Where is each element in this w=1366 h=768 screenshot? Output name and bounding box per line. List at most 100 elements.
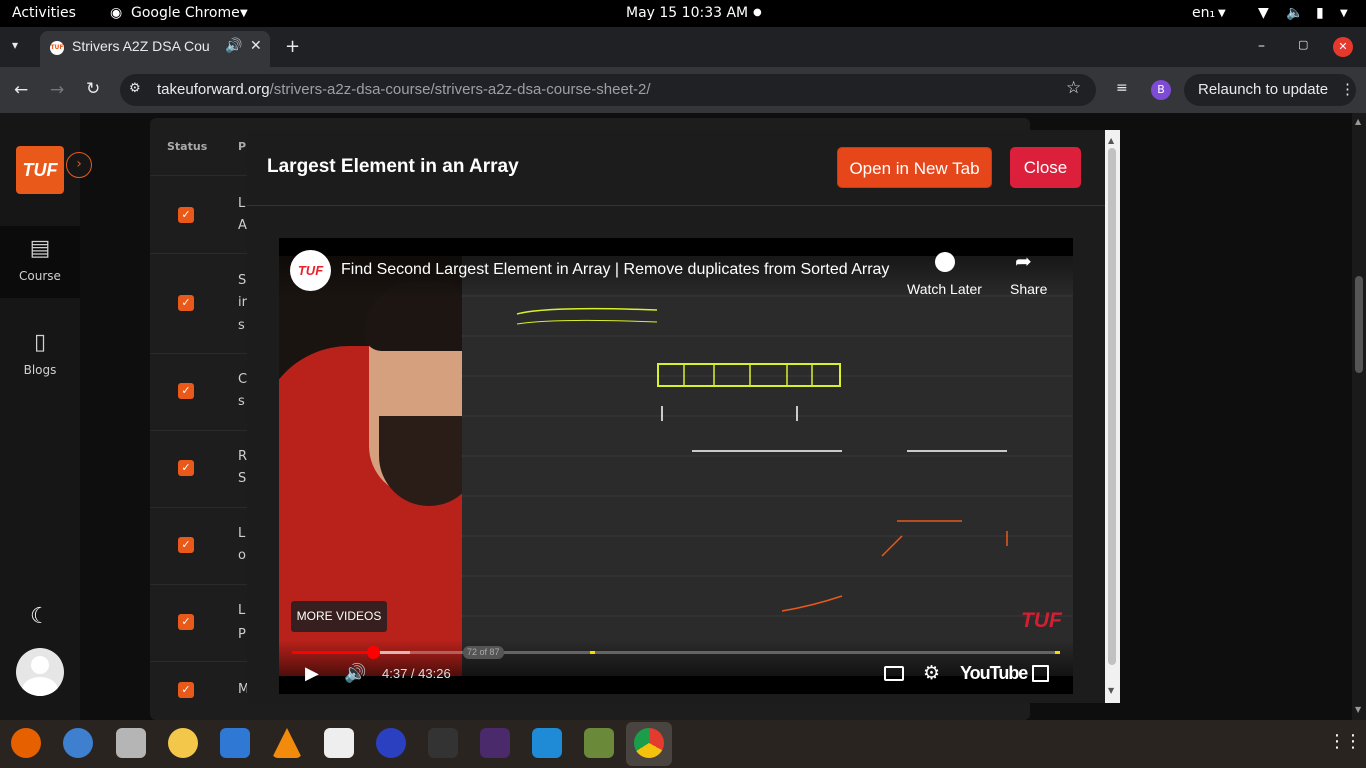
bookmark-star-icon[interactable]: ☆	[1066, 78, 1081, 98]
thunderbird-icon[interactable]	[63, 728, 93, 758]
chevron-down-icon: ▼	[1218, 8, 1226, 19]
battery-icon[interactable]: ▮	[1316, 5, 1324, 21]
new-tab-icon[interactable]: +	[285, 36, 300, 57]
status-checkbox[interactable]: ✓	[178, 207, 194, 223]
bookmark-icon: ▯	[33, 330, 47, 355]
clock-icon[interactable]	[935, 252, 955, 272]
scrollbar-thumb[interactable]	[1108, 148, 1116, 665]
chapter-marker	[1055, 651, 1060, 654]
modal-title: Largest Element in an Array	[267, 156, 519, 177]
notification-dot-icon: ●	[753, 7, 762, 18]
vscode-icon[interactable]	[532, 728, 562, 758]
reload-icon[interactable]: ↻	[86, 79, 100, 99]
sidebar-item-label: Course	[19, 269, 61, 283]
tab-title: Strivers A2Z DSA Cou	[72, 38, 210, 54]
texmaker-icon[interactable]	[480, 728, 510, 758]
app-icon[interactable]	[584, 728, 614, 758]
volume-icon[interactable]: 🔈	[1286, 5, 1303, 21]
url-text[interactable]: takeuforward.org/strivers-a2z-dsa-course…	[157, 81, 651, 98]
sidebar-item-course[interactable]: ▤ Course	[0, 226, 80, 298]
minimize-icon[interactable]: –	[1258, 38, 1265, 54]
column-header-status: Status	[167, 140, 208, 153]
chevron-down-icon: ▼	[1340, 8, 1348, 19]
share-icon[interactable]: ➦	[1015, 249, 1032, 273]
forward-icon[interactable]: →	[50, 80, 64, 100]
app-icon[interactable]	[376, 728, 406, 758]
tab-search-icon[interactable]: ▾	[12, 38, 18, 52]
status-checkbox[interactable]: ✓	[178, 682, 194, 698]
system-top-bar: Activities ◉ Google Chrome ▼ May 15 10:3…	[0, 0, 1366, 27]
user-avatar[interactable]	[16, 648, 64, 696]
sidebar-item-blogs[interactable]: ▯ Blogs	[0, 320, 80, 392]
tab-audio-icon[interactable]: 🔊	[225, 38, 242, 54]
input-language[interactable]: en₁	[1192, 5, 1215, 21]
firefox-icon[interactable]	[11, 728, 41, 758]
sidebar-expand-icon[interactable]: ›	[66, 152, 92, 178]
settings-gear-icon[interactable]: ⚙	[923, 662, 940, 684]
status-checkbox[interactable]: ✓	[178, 383, 194, 399]
row-text: S	[238, 273, 247, 288]
media-controls-icon[interactable]: ≡	[1116, 80, 1128, 96]
dark-mode-moon-icon[interactable]: ☾	[30, 604, 50, 629]
scrollbar-thumb[interactable]	[1355, 276, 1363, 373]
modal-divider	[247, 205, 1105, 206]
book-icon: ▤	[29, 236, 51, 261]
video-title[interactable]: Find Second Largest Element in Array | R…	[341, 261, 901, 279]
share-label[interactable]: Share	[1010, 281, 1047, 297]
status-checkbox[interactable]: ✓	[178, 460, 194, 476]
window-close-icon[interactable]: ✕	[1333, 37, 1353, 57]
fullscreen-icon[interactable]	[1032, 665, 1049, 682]
status-checkbox[interactable]: ✓	[178, 537, 194, 553]
text-editor-icon[interactable]	[324, 728, 354, 758]
clock[interactable]: May 15 10:33 AM	[626, 5, 748, 21]
whiteboard-video	[462, 256, 1073, 676]
profile-avatar[interactable]: B	[1151, 80, 1171, 100]
page-scrollbar[interactable]: ▲ ▼	[1352, 113, 1366, 720]
terminal-icon[interactable]	[428, 728, 458, 758]
play-icon[interactable]: ▶	[305, 663, 319, 684]
modal-scrollbar[interactable]: ▲ ▼	[1105, 130, 1120, 703]
kebab-menu-icon[interactable]: ⋮	[1340, 80, 1355, 98]
files-icon[interactable]	[116, 728, 146, 758]
site-settings-icon[interactable]: ⚙	[129, 81, 141, 96]
show-apps-icon[interactable]: ⋮⋮⋮	[1328, 731, 1366, 752]
back-icon[interactable]: ←	[14, 80, 28, 100]
close-modal-button[interactable]: Close	[1010, 147, 1081, 188]
maximize-icon[interactable]: ▢	[1298, 38, 1308, 51]
writer-icon[interactable]	[220, 728, 250, 758]
row-text: L	[238, 526, 246, 541]
open-new-tab-button[interactable]: Open in New Tab	[837, 147, 992, 188]
more-videos-button[interactable]: MORE VIDEOS	[291, 601, 387, 632]
sidebar-item-label: Blogs	[23, 363, 57, 377]
row-text: s	[238, 318, 245, 333]
status-checkbox[interactable]: ✓	[178, 614, 194, 630]
rhythmbox-icon[interactable]	[168, 728, 198, 758]
activities-button[interactable]: Activities	[12, 5, 76, 21]
wifi-icon[interactable]: ▼	[1258, 5, 1269, 21]
whiteboard-drawing	[462, 295, 1073, 617]
taskbar-dock	[0, 720, 1366, 768]
volume-icon[interactable]: 🔊	[344, 663, 366, 684]
app-menu[interactable]: Google Chrome	[131, 5, 240, 21]
relaunch-label: Relaunch to update	[1198, 81, 1329, 98]
channel-logo[interactable]: TUF	[290, 250, 331, 291]
status-checkbox[interactable]: ✓	[178, 295, 194, 311]
chrome-icon[interactable]	[634, 728, 664, 758]
row-text: s	[238, 394, 245, 409]
watch-later-label[interactable]: Watch Later	[907, 281, 982, 297]
relaunch-button[interactable]: Relaunch to update ⋮	[1184, 74, 1356, 106]
row-text: A	[238, 218, 247, 233]
youtube-logo[interactable]: YouTube	[960, 663, 1028, 684]
tuf-watermark: TUF	[1021, 609, 1062, 632]
chevron-down-icon: ▼	[240, 8, 248, 19]
chapter-marker	[590, 651, 595, 654]
progress-played	[292, 651, 374, 654]
subtitles-icon[interactable]	[884, 666, 904, 681]
chapter-tag: 72 of 87	[463, 646, 504, 659]
tab-favicon-icon: TUF	[50, 41, 64, 55]
row-text: C	[238, 372, 248, 387]
tab-close-icon[interactable]: ✕	[250, 38, 262, 54]
tuf-logo[interactable]: TUF	[16, 146, 64, 194]
row-text: L	[238, 196, 246, 211]
video-timecode: 4:37 / 43:26	[382, 666, 451, 681]
